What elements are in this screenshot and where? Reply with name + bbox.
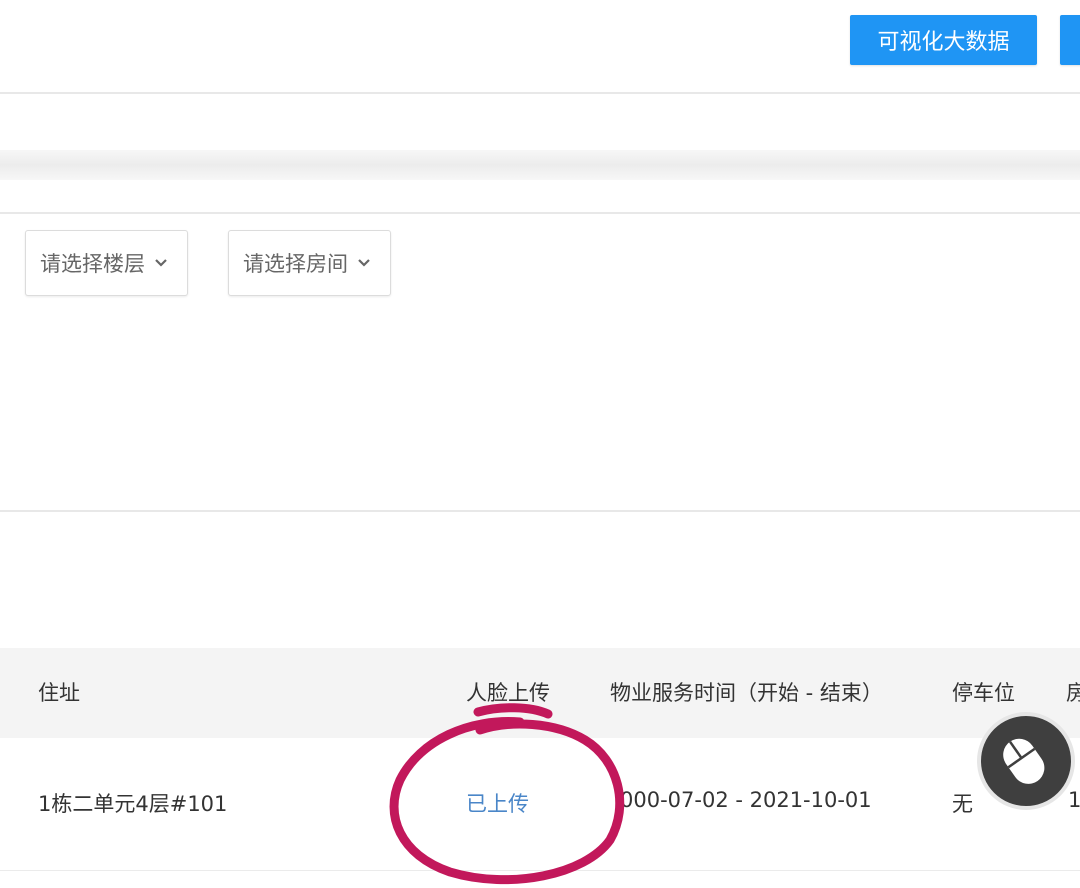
toolbar-button-partial[interactable]: [1060, 15, 1080, 65]
column-header-address: 住址: [38, 681, 80, 705]
chevron-down-icon: [358, 259, 370, 267]
divider: [0, 92, 1080, 94]
room-select[interactable]: 请选择房间: [228, 230, 391, 296]
column-header-service-time: 物业服务时间（开始 - 结束）: [610, 681, 883, 705]
visualize-bigdata-button[interactable]: 可视化大数据: [850, 15, 1037, 65]
floor-select-placeholder: 请选择楼层: [40, 252, 145, 276]
column-header-partial: 房: [1066, 681, 1080, 705]
chevron-down-icon: [155, 259, 167, 267]
divider: [0, 510, 1080, 512]
section-band: [0, 150, 1080, 180]
cell-address: 1栋二单元4层#101: [38, 792, 228, 816]
divider: [0, 212, 1080, 214]
column-header-face-upload: 人脸上传: [466, 681, 550, 705]
cell-parking: 无: [952, 792, 973, 816]
column-header-parking: 停车位: [952, 681, 1015, 705]
room-select-placeholder: 请选择房间: [243, 252, 348, 276]
row-divider: [0, 870, 1080, 871]
mouse-indicator: [977, 712, 1075, 810]
face-uploaded-link[interactable]: 已上传: [466, 788, 529, 818]
annotation-circle: [389, 703, 625, 885]
floor-select[interactable]: 请选择楼层: [25, 230, 188, 296]
cell-service-time: 000-07-02 - 2021-10-01: [620, 788, 872, 812]
mouse-icon: [1003, 738, 1045, 784]
